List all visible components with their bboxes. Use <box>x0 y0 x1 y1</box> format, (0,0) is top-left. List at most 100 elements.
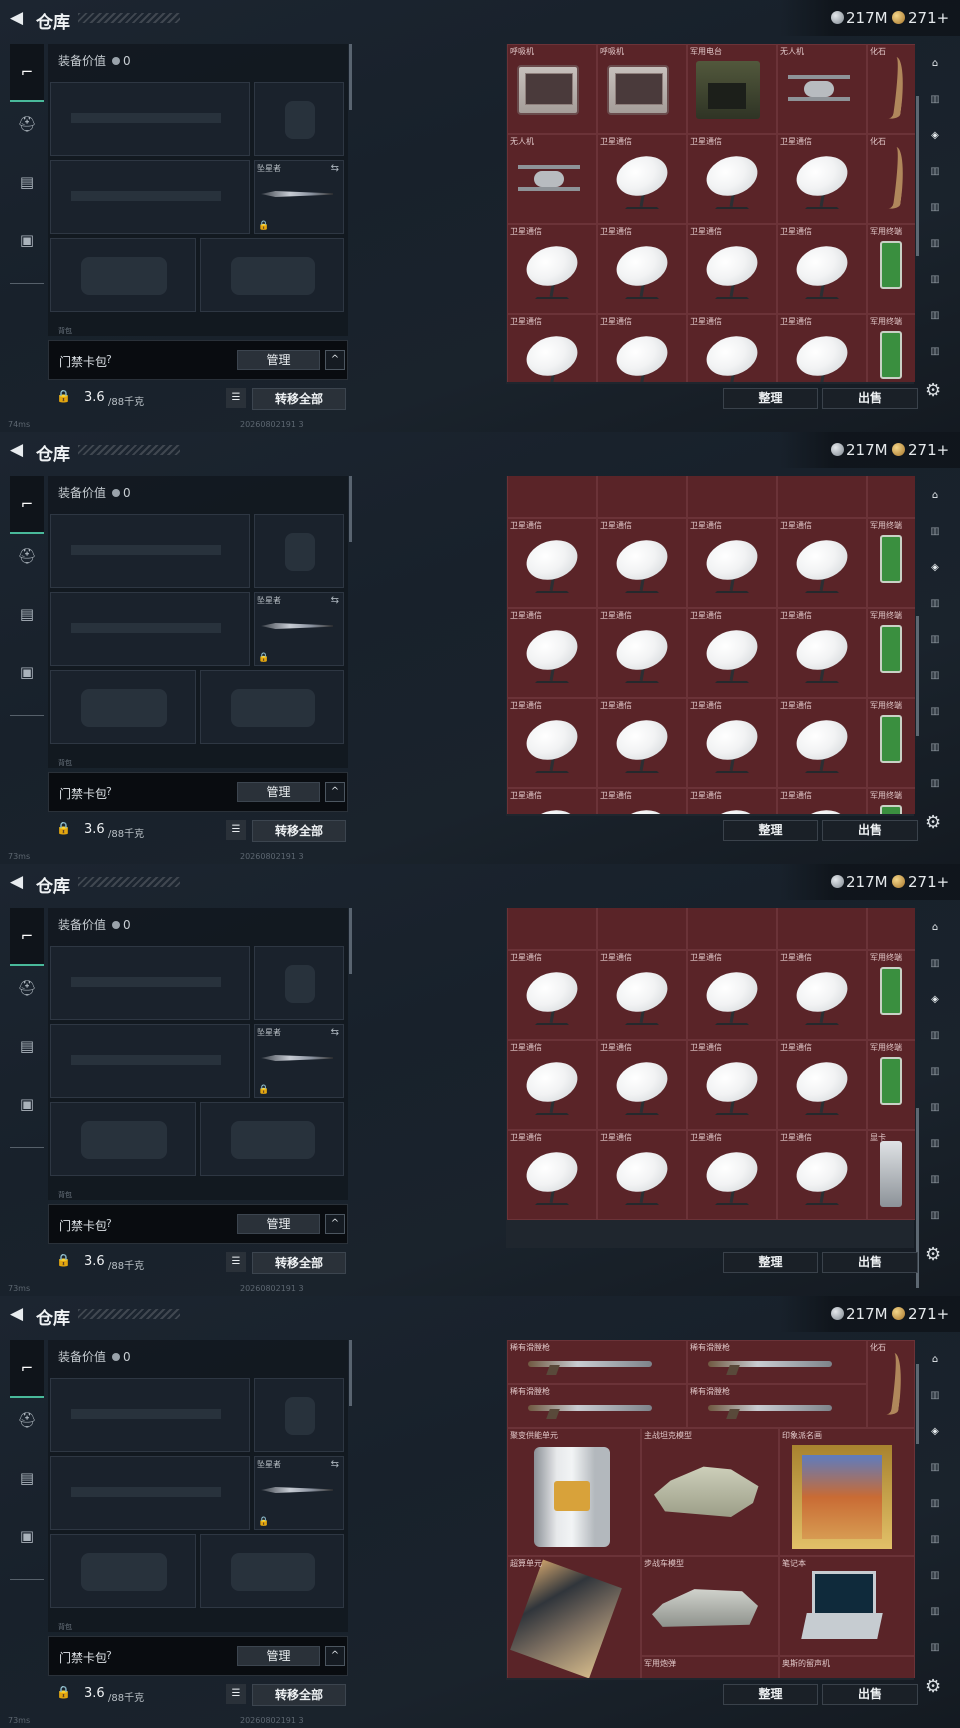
storage-page-icon[interactable]: ▥ <box>922 304 948 328</box>
storage-cell[interactable]: 卫星通信 <box>597 788 687 814</box>
storage-cell[interactable] <box>777 476 867 518</box>
storage-cell[interactable]: 卫星通信 <box>507 950 597 1040</box>
storage-cell[interactable]: 卫星通信 <box>687 698 777 788</box>
storage-page-icon[interactable]: ⌂ <box>922 52 948 76</box>
tab-clipboard[interactable]: ▤ <box>10 1456 44 1500</box>
storage-cell[interactable]: 卫星通信 <box>687 134 777 224</box>
helmet-slot[interactable] <box>50 1102 196 1176</box>
helmet-slot[interactable] <box>50 670 196 744</box>
storage-cell[interactable]: 卫星通信 <box>777 134 867 224</box>
transfer-all-button[interactable]: 转移全部 <box>252 1684 346 1706</box>
storage-page-icon[interactable]: ▥ <box>922 1564 948 1588</box>
storage-page-icon[interactable]: ▥ <box>922 1528 948 1552</box>
storage-cell[interactable]: 卫星通信 <box>597 698 687 788</box>
help-icon[interactable]: ? <box>106 1217 112 1230</box>
storage-cell[interactable]: 聚变供能单元 <box>507 1428 641 1556</box>
storage-page-icon[interactable]: ◈ <box>922 1420 948 1444</box>
secondary-weapon-slot[interactable] <box>50 160 250 234</box>
storage-cell[interactable] <box>597 476 687 518</box>
storage-cell[interactable]: 卫星通信 <box>777 314 867 382</box>
storage-cell[interactable]: 化石 <box>867 134 915 224</box>
storage-page-icon[interactable]: ▥ <box>922 520 948 544</box>
storage-page-icon[interactable]: ▥ <box>922 1168 948 1192</box>
storage-page-icon[interactable]: ◈ <box>922 124 948 148</box>
storage-cell[interactable]: 无人机 <box>507 134 597 224</box>
pistol-slot[interactable] <box>254 946 344 1020</box>
storage-cell[interactable]: 军用终端 <box>867 224 915 314</box>
gear-icon[interactable]: ⚙ <box>925 812 941 833</box>
chevron-up-icon[interactable]: ^ <box>325 1214 345 1234</box>
equipment-scrollbar[interactable] <box>349 44 352 110</box>
storage-cell[interactable]: 卫星通信 <box>687 950 777 1040</box>
storage-cell[interactable]: 卫星通信 <box>687 518 777 608</box>
storage-cell[interactable]: 卫星通信 <box>597 134 687 224</box>
storage-page-icon[interactable]: ▥ <box>922 1456 948 1480</box>
tab-clipboard[interactable]: ▤ <box>10 160 44 204</box>
storage-page-icon[interactable]: ▥ <box>922 700 948 724</box>
storage-cell[interactable]: 卫星通信 <box>687 788 777 814</box>
back-arrow-icon[interactable]: ◀ <box>10 9 26 27</box>
storage-cell[interactable]: 卫星通信 <box>687 224 777 314</box>
chevron-up-icon[interactable]: ^ <box>325 350 345 370</box>
storage-cell[interactable]: 无人机 <box>777 44 867 134</box>
storage-page-icon[interactable]: ◈ <box>922 556 948 580</box>
storage-cell[interactable]: 卫星通信 <box>687 608 777 698</box>
manage-button[interactable]: 管理 <box>237 1214 320 1234</box>
storage-cell[interactable] <box>867 908 915 950</box>
tab-helmet[interactable]: ⛑ <box>10 966 44 1010</box>
transfer-all-button[interactable]: 转移全部 <box>252 820 346 842</box>
storage-page-icon[interactable]: ▥ <box>922 1600 948 1624</box>
storage-cell[interactable]: 卫星通信 <box>507 788 597 814</box>
storage-cell[interactable]: 卫星通信 <box>777 698 867 788</box>
tab-weapon[interactable]: ⌐ <box>10 44 44 102</box>
storage-cell[interactable]: 显卡 <box>867 1130 915 1220</box>
back-arrow-icon[interactable]: ◀ <box>10 441 26 459</box>
armor-slot[interactable] <box>200 670 344 744</box>
help-icon[interactable]: ? <box>106 353 112 366</box>
tab-briefcase[interactable]: ▣ <box>10 650 44 694</box>
equipment-scrollbar[interactable] <box>349 1340 352 1406</box>
storage-cell[interactable]: 呼吸机 <box>507 44 597 134</box>
gear-icon[interactable]: ⚙ <box>925 1244 941 1265</box>
tab-clipboard[interactable]: ▤ <box>10 592 44 636</box>
storage-cell[interactable]: 军用终端 <box>867 314 915 382</box>
storage-cell[interactable] <box>507 908 597 950</box>
tab-briefcase[interactable]: ▣ <box>10 218 44 262</box>
storage-page-icon[interactable]: ◈ <box>922 988 948 1012</box>
secondary-weapon-slot[interactable] <box>50 1456 250 1530</box>
storage-cell[interactable]: 军用炮弹 <box>641 1656 779 1678</box>
gear-icon[interactable]: ⚙ <box>925 1676 941 1697</box>
back-arrow-icon[interactable]: ◀ <box>10 873 26 891</box>
storage-cell[interactable]: 笔记本 <box>779 1556 915 1656</box>
storage-cell[interactable]: 卫星通信 <box>777 224 867 314</box>
storage-cell[interactable] <box>507 476 597 518</box>
pistol-slot[interactable] <box>254 82 344 156</box>
storage-cell[interactable]: 军用终端 <box>867 698 915 788</box>
storage-page-icon[interactable]: ▥ <box>922 1384 948 1408</box>
secondary-weapon-slot[interactable] <box>50 592 250 666</box>
storage-cell[interactable]: 超算单元 <box>507 1556 641 1678</box>
tab-helmet[interactable]: ⛑ <box>10 1398 44 1442</box>
storage-cell[interactable]: 稀有滑膛枪 <box>507 1340 687 1384</box>
storage-cell[interactable] <box>687 476 777 518</box>
storage-page-icon[interactable]: ⌂ <box>922 484 948 508</box>
storage-cell[interactable]: 奥斯的留声机 <box>779 1656 915 1678</box>
swap-icon[interactable]: ⇆ <box>331 1459 339 1470</box>
storage-cell[interactable]: 稀有滑膛枪 <box>687 1384 867 1428</box>
storage-page-icon[interactable]: ▥ <box>922 772 948 796</box>
storage-cell[interactable]: 卫星通信 <box>507 608 597 698</box>
armor-slot[interactable] <box>200 1534 344 1608</box>
storage-cell[interactable]: 卫星通信 <box>597 608 687 698</box>
chevron-up-icon[interactable]: ^ <box>325 1646 345 1666</box>
storage-cell[interactable]: 卫星通信 <box>597 518 687 608</box>
storage-cell[interactable]: 稀有滑膛枪 <box>687 1340 867 1384</box>
tab-briefcase[interactable]: ▣ <box>10 1082 44 1126</box>
storage-cell[interactable]: 化石 <box>867 44 915 134</box>
storage-cell[interactable]: 卫星通信 <box>687 1040 777 1130</box>
tab-weapon[interactable]: ⌐ <box>10 476 44 534</box>
primary-weapon-slot[interactable] <box>50 514 250 588</box>
storage-page-icon[interactable]: ⌂ <box>922 916 948 940</box>
storage-page-icon[interactable]: ▥ <box>922 664 948 688</box>
storage-cell[interactable]: 卫星通信 <box>507 314 597 382</box>
help-icon[interactable]: ? <box>106 785 112 798</box>
